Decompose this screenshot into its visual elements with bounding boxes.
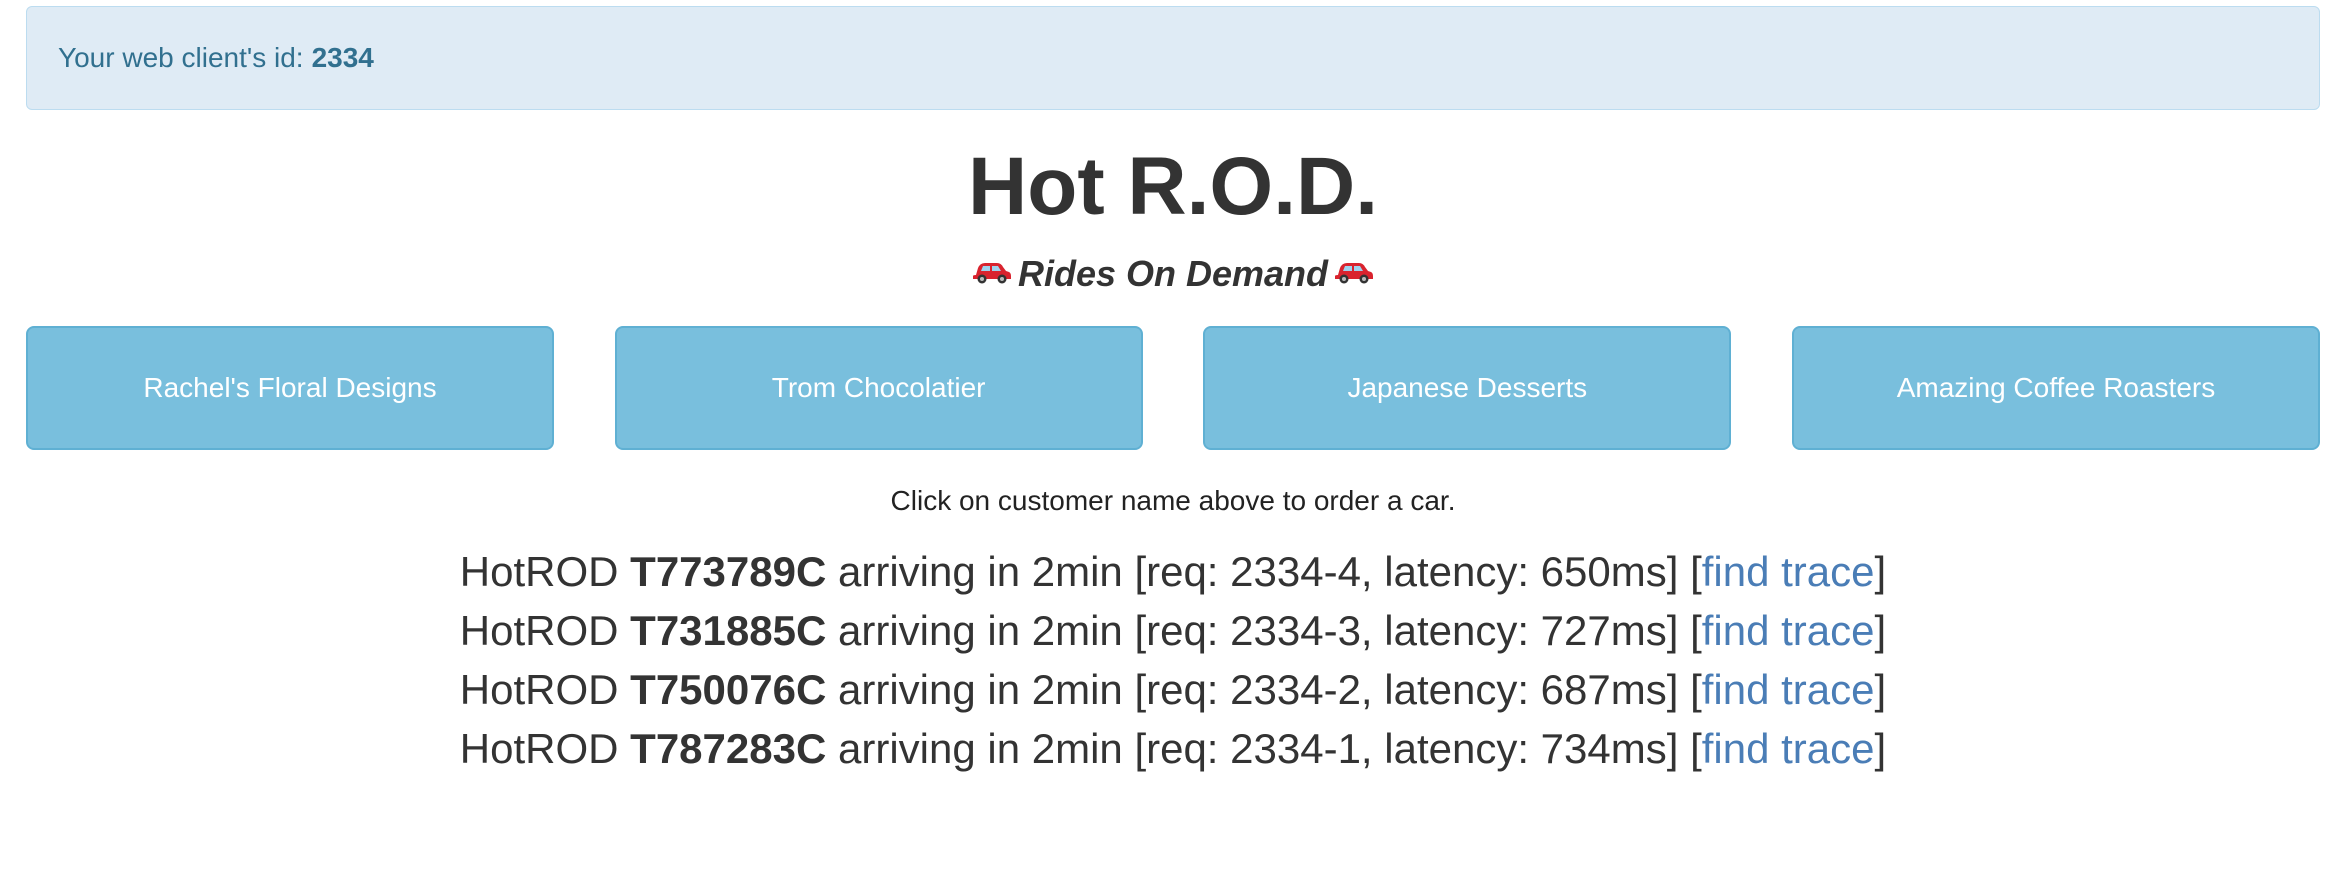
client-id-label: Your web client's id: bbox=[58, 42, 304, 73]
customer-button-japanese-desserts[interactable]: Japanese Desserts bbox=[1203, 326, 1732, 450]
client-id-alert: Your web client's id: 2334 bbox=[26, 6, 2320, 110]
ride-eta: arriving in 2min bbox=[837, 725, 1123, 772]
customer-button-trom-chocolatier[interactable]: Trom Chocolatier bbox=[614, 326, 1143, 450]
ride-details: [req: 2334-2, latency: 687ms] [ bbox=[1134, 666, 1702, 713]
ride-details: [req: 2334-3, latency: 727ms] [ bbox=[1134, 607, 1702, 654]
ride-suffix: ] bbox=[1874, 666, 1887, 713]
find-trace-link[interactable]: find trace bbox=[1702, 548, 1875, 595]
page-title: Hot R.O.D. bbox=[968, 141, 1378, 232]
ride-prefix: HotROD bbox=[459, 548, 619, 595]
ride-prefix: HotROD bbox=[459, 666, 619, 713]
customer-buttons: Rachel's Floral Designs Trom Chocolatier… bbox=[26, 326, 2320, 450]
order-hint: Click on customer name above to order a … bbox=[890, 485, 1456, 516]
page-subtitle: Rides On Demand bbox=[26, 252, 2320, 296]
ride-car-id: T750076C bbox=[630, 666, 827, 713]
find-trace-link[interactable]: find trace bbox=[1702, 666, 1875, 713]
ride-item: HotROD T787283C arriving in 2min [req: 2… bbox=[26, 719, 2320, 778]
red-car-icon bbox=[972, 251, 1012, 295]
ride-car-id: T787283C bbox=[630, 725, 827, 772]
ride-car-id: T731885C bbox=[630, 607, 827, 654]
ride-prefix: HotROD bbox=[459, 607, 619, 654]
find-trace-link[interactable]: find trace bbox=[1702, 607, 1875, 654]
ride-suffix: ] bbox=[1874, 607, 1887, 654]
ride-prefix: HotROD bbox=[459, 725, 619, 772]
page-container: Your web client's id: 2334 Hot R.O.D. Ri… bbox=[26, 6, 2320, 778]
ride-item: HotROD T773789C arriving in 2min [req: 2… bbox=[26, 542, 2320, 601]
ride-item: HotROD T750076C arriving in 2min [req: 2… bbox=[26, 660, 2320, 719]
ride-list: HotROD T773789C arriving in 2min [req: 2… bbox=[26, 542, 2320, 778]
ride-car-id: T773789C bbox=[630, 548, 827, 595]
ride-item: HotROD T731885C arriving in 2min [req: 2… bbox=[26, 601, 2320, 660]
subtitle-text: Rides On Demand bbox=[1017, 253, 1329, 294]
ride-eta: arriving in 2min bbox=[837, 548, 1123, 595]
ride-details: [req: 2334-4, latency: 650ms] [ bbox=[1134, 548, 1702, 595]
ride-suffix: ] bbox=[1874, 725, 1887, 772]
customer-button-amazing-coffee-roasters[interactable]: Amazing Coffee Roasters bbox=[1791, 326, 2320, 450]
ride-suffix: ] bbox=[1874, 548, 1887, 595]
find-trace-link[interactable]: find trace bbox=[1702, 725, 1875, 772]
ride-eta: arriving in 2min bbox=[837, 607, 1123, 654]
customer-button-rachels-floral-designs[interactable]: Rachel's Floral Designs bbox=[26, 326, 554, 450]
client-id-value: 2334 bbox=[311, 42, 374, 73]
ride-details: [req: 2334-1, latency: 734ms] [ bbox=[1134, 725, 1702, 772]
ride-eta: arriving in 2min bbox=[837, 666, 1123, 713]
red-car-icon bbox=[1334, 251, 1374, 295]
